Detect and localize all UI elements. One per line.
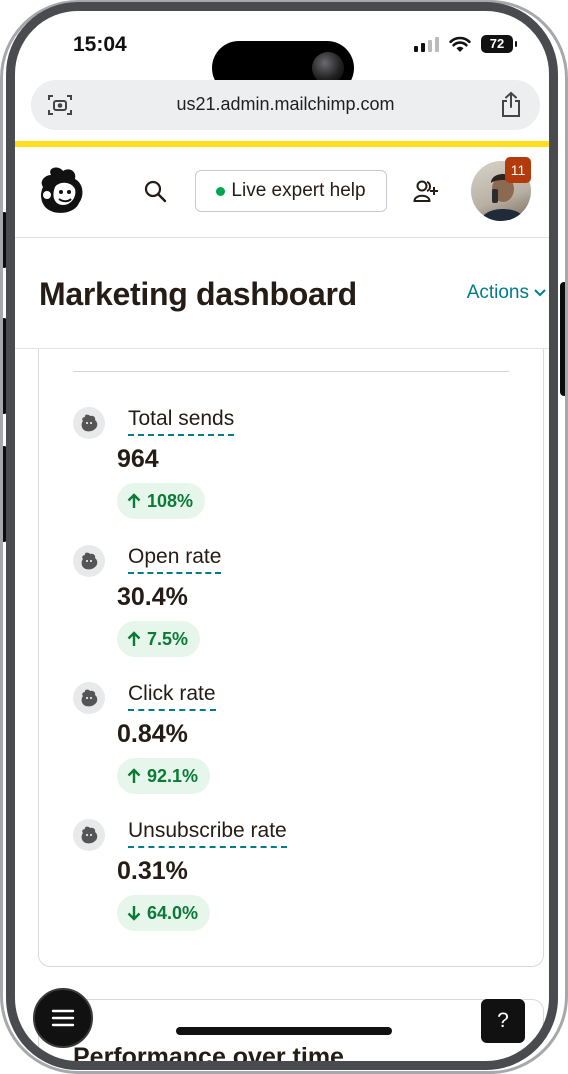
battery-indicator: 72 xyxy=(481,35,517,53)
metric-change-value: 92.1% xyxy=(147,765,199,786)
arrow-down-icon xyxy=(127,906,141,921)
arrow-up-icon xyxy=(127,768,141,783)
metric-label[interactable]: Open rate xyxy=(128,545,222,574)
add-user-icon[interactable] xyxy=(413,179,439,203)
signal-icon xyxy=(414,36,439,52)
metric-change-value: 64.0% xyxy=(147,902,199,923)
hamburger-icon xyxy=(51,1009,75,1027)
actions-label: Actions xyxy=(466,282,529,303)
notification-badge: 11 xyxy=(505,157,531,183)
metric-label[interactable]: Total sends xyxy=(128,407,235,436)
address-bar[interactable]: us21.admin.mailchimp.com xyxy=(31,80,540,130)
metric-value: 30.4% xyxy=(117,583,188,611)
url-text[interactable]: us21.admin.mailchimp.com xyxy=(31,94,540,115)
metric-change-badge: 64.0% xyxy=(117,895,211,931)
share-icon[interactable] xyxy=(500,91,522,118)
metric-change-value: 7.5% xyxy=(147,628,189,649)
top-navigation: Live expert help xyxy=(15,147,549,238)
metric-label[interactable]: Click rate xyxy=(128,682,216,711)
live-help-label: Live expert help xyxy=(231,180,366,201)
metrics-card: Total sends 964 108% Open rate 30.4% 7.5… xyxy=(38,349,544,967)
mailchimp-freddie-icon xyxy=(73,545,105,577)
search-icon[interactable] xyxy=(143,179,167,203)
arrow-up-icon xyxy=(127,493,141,508)
metric-change-badge: 7.5% xyxy=(117,621,201,657)
section-title: Performance over time xyxy=(73,1043,344,1063)
actions-dropdown[interactable]: Actions xyxy=(467,282,547,304)
menu-button[interactable] xyxy=(33,988,93,1048)
page-header: Marketing dashboard Actions xyxy=(15,238,549,349)
volume-up-button xyxy=(0,318,8,414)
mailchimp-freddie-icon xyxy=(73,682,105,714)
metric-label[interactable]: Unsubscribe rate xyxy=(128,819,287,848)
metric-value: 0.31% xyxy=(117,857,188,885)
help-button[interactable]: ? xyxy=(481,999,525,1043)
mailchimp-logo-icon[interactable] xyxy=(37,165,87,217)
metric-change-value: 108% xyxy=(147,490,194,511)
metric-change-badge: 92.1% xyxy=(117,758,211,794)
wifi-icon xyxy=(449,36,471,52)
metric-value: 964 xyxy=(117,445,159,473)
phone-screen: 15:04 72 us21.admin.mailchimp.com Live e… xyxy=(15,11,549,1063)
page-title: Marketing dashboard xyxy=(39,276,357,312)
live-expert-help-button[interactable]: Live expert help xyxy=(195,170,387,212)
mailchimp-freddie-icon xyxy=(73,407,105,439)
power-button xyxy=(560,282,568,396)
arrow-up-icon xyxy=(127,631,141,646)
mailchimp-freddie-icon xyxy=(73,819,105,851)
chevron-down-icon xyxy=(534,289,546,297)
metric-change-badge: 108% xyxy=(117,483,206,519)
card-divider xyxy=(73,371,509,372)
status-time: 15:04 xyxy=(73,33,127,56)
online-status-icon xyxy=(216,186,226,196)
action-button xyxy=(0,212,8,268)
volume-down-button xyxy=(0,446,8,542)
metric-value: 0.84% xyxy=(117,720,188,748)
home-indicator[interactable] xyxy=(176,1027,392,1035)
status-icons: 72 xyxy=(414,35,517,53)
